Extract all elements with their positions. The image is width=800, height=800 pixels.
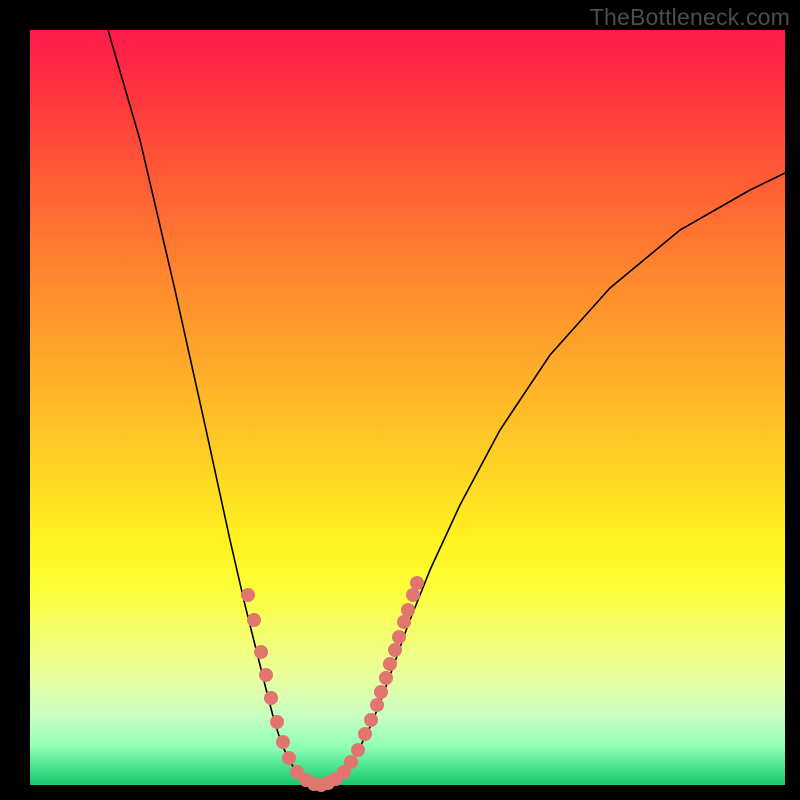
data-dot [358,727,372,741]
data-dot [344,755,358,769]
data-dot [282,751,296,765]
data-dot [247,613,261,627]
data-dot [383,657,397,671]
dots-group [241,576,424,792]
data-dot [276,735,290,749]
data-dot [374,685,388,699]
chart-frame: TheBottleneck.com [0,0,800,800]
chart-svg [30,30,785,785]
data-dot [410,576,424,590]
data-dot [406,588,420,602]
data-dot [264,691,278,705]
data-dot [364,713,378,727]
plot-area [30,30,785,785]
data-dot [270,715,284,729]
watermark-label: TheBottleneck.com [590,4,790,31]
data-dot [392,630,406,644]
data-dot [241,588,255,602]
data-dot [388,643,402,657]
data-dot [379,671,393,685]
data-dot [370,698,384,712]
data-dot [259,668,273,682]
data-dot [401,603,415,617]
curve-left [108,30,319,785]
data-dot [397,615,411,629]
curve-right [319,173,785,785]
data-dot [351,743,365,757]
data-dot [254,645,268,659]
